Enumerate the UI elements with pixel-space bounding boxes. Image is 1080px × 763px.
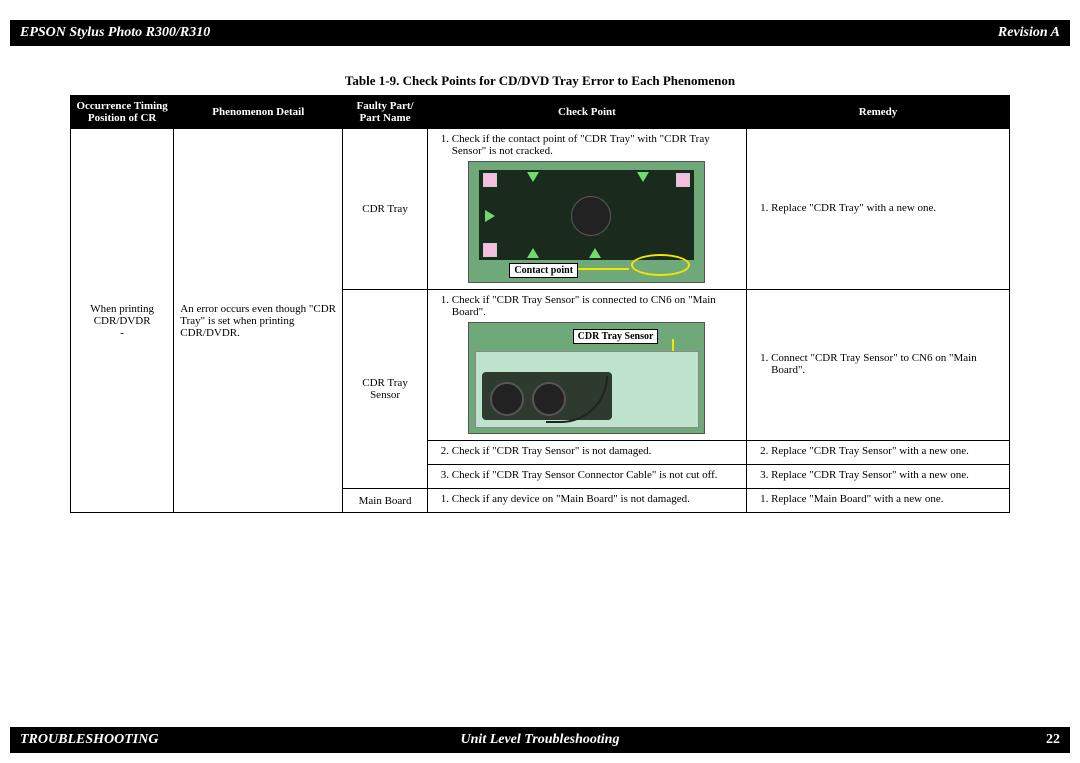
cell-part-cdrtray: CDR Tray xyxy=(343,129,428,290)
check-item: Check if "CDR Tray Sensor Connector Cabl… xyxy=(452,469,740,481)
cell-part-sensor: CDR Tray Sensor xyxy=(343,290,428,489)
remedy-item: Replace "CDR Tray Sensor" with a new one… xyxy=(771,469,1003,481)
marker-square xyxy=(483,173,497,187)
footer-section: TROUBLESHOOTING xyxy=(20,732,367,748)
cell-check-mainboard: Check if any device on "Main Board" is n… xyxy=(427,489,746,513)
label-contact-point: Contact point xyxy=(509,263,578,278)
header-revision: Revision A xyxy=(540,25,1060,41)
cell-check-cdrtray: Check if the contact point of "CDR Tray"… xyxy=(427,129,746,290)
check-item: Check if "CDR Tray Sensor" is not damage… xyxy=(452,445,740,457)
figure-tray-sensor: CDR Tray Sensor xyxy=(468,322,705,434)
cell-remedy-sensor-1: Connect "CDR Tray Sensor" to CN6 on "Mai… xyxy=(747,290,1010,441)
cell-occurrence: When printing CDR/DVDR - xyxy=(71,129,174,513)
figure-cdr-tray: Contact point xyxy=(468,161,705,283)
troubleshoot-table: Occurrence Timing Position of CR Phenome… xyxy=(70,95,1010,513)
col-check-point: Check Point xyxy=(427,96,746,129)
marker-square xyxy=(676,173,690,187)
tray-plate xyxy=(479,170,694,260)
arrow-up-icon xyxy=(589,248,601,258)
page-content: Table 1-9. Check Points for CD/DVD Tray … xyxy=(70,55,1010,513)
table-head: Occurrence Timing Position of CR Phenome… xyxy=(71,96,1010,129)
cell-check-sensor-2: Check if "CDR Tray Sensor" is not damage… xyxy=(427,441,746,465)
cell-remedy-sensor-3: Replace "CDR Tray Sensor" with a new one… xyxy=(747,465,1010,489)
highlight-ellipse xyxy=(631,254,690,276)
table-caption: Table 1-9. Check Points for CD/DVD Tray … xyxy=(70,73,1010,89)
col-faulty-part: Faulty Part/ Part Name xyxy=(343,96,428,129)
header-title: EPSON Stylus Photo R300/R310 xyxy=(20,25,540,41)
disc-outline xyxy=(571,196,611,236)
remedy-item: Replace "Main Board" with a new one. xyxy=(771,493,1003,505)
remedy-item: Connect "CDR Tray Sensor" to CN6 on "Mai… xyxy=(771,352,1003,376)
cell-remedy-cdrtray: Replace "CDR Tray" with a new one. xyxy=(747,129,1010,290)
arrow-down-icon xyxy=(637,172,649,182)
arrow-down-icon xyxy=(527,172,539,182)
arrow-right-icon xyxy=(485,210,495,222)
remedy-item: Replace "CDR Tray Sensor" with a new one… xyxy=(771,445,1003,457)
cell-check-sensor-3: Check if "CDR Tray Sensor Connector Cabl… xyxy=(427,465,746,489)
label-cdr-tray-sensor: CDR Tray Sensor xyxy=(573,329,659,344)
leader-line xyxy=(573,268,629,270)
footer-subsection: Unit Level Troubleshooting xyxy=(367,732,714,748)
check-item: Check if the contact point of "CDR Tray"… xyxy=(452,133,740,157)
remedy-item: Replace "CDR Tray" with a new one. xyxy=(771,202,1003,214)
mechanism-panel xyxy=(475,351,699,428)
cell-check-sensor-1: Check if "CDR Tray Sensor" is connected … xyxy=(427,290,746,441)
arrow-up-icon xyxy=(527,248,539,258)
page-footer: TROUBLESHOOTING Unit Level Troubleshooti… xyxy=(10,727,1070,753)
col-occurrence: Occurrence Timing Position of CR xyxy=(71,96,174,129)
cell-remedy-mainboard: Replace "Main Board" with a new one. xyxy=(747,489,1010,513)
cell-phenomenon: An error occurs even though "CDR Tray" i… xyxy=(174,129,343,513)
col-remedy: Remedy xyxy=(747,96,1010,129)
footer-page-number: 22 xyxy=(713,732,1060,748)
marker-square xyxy=(483,243,497,257)
check-item: Check if "CDR Tray Sensor" is connected … xyxy=(452,294,740,318)
table-row: When printing CDR/DVDR - An error occurs… xyxy=(71,129,1010,290)
page-header: EPSON Stylus Photo R300/R310 Revision A xyxy=(10,20,1070,46)
check-item: Check if any device on "Main Board" is n… xyxy=(452,493,740,505)
cell-remedy-sensor-2: Replace "CDR Tray Sensor" with a new one… xyxy=(747,441,1010,465)
col-phenomenon: Phenomenon Detail xyxy=(174,96,343,129)
cell-part-mainboard: Main Board xyxy=(343,489,428,513)
